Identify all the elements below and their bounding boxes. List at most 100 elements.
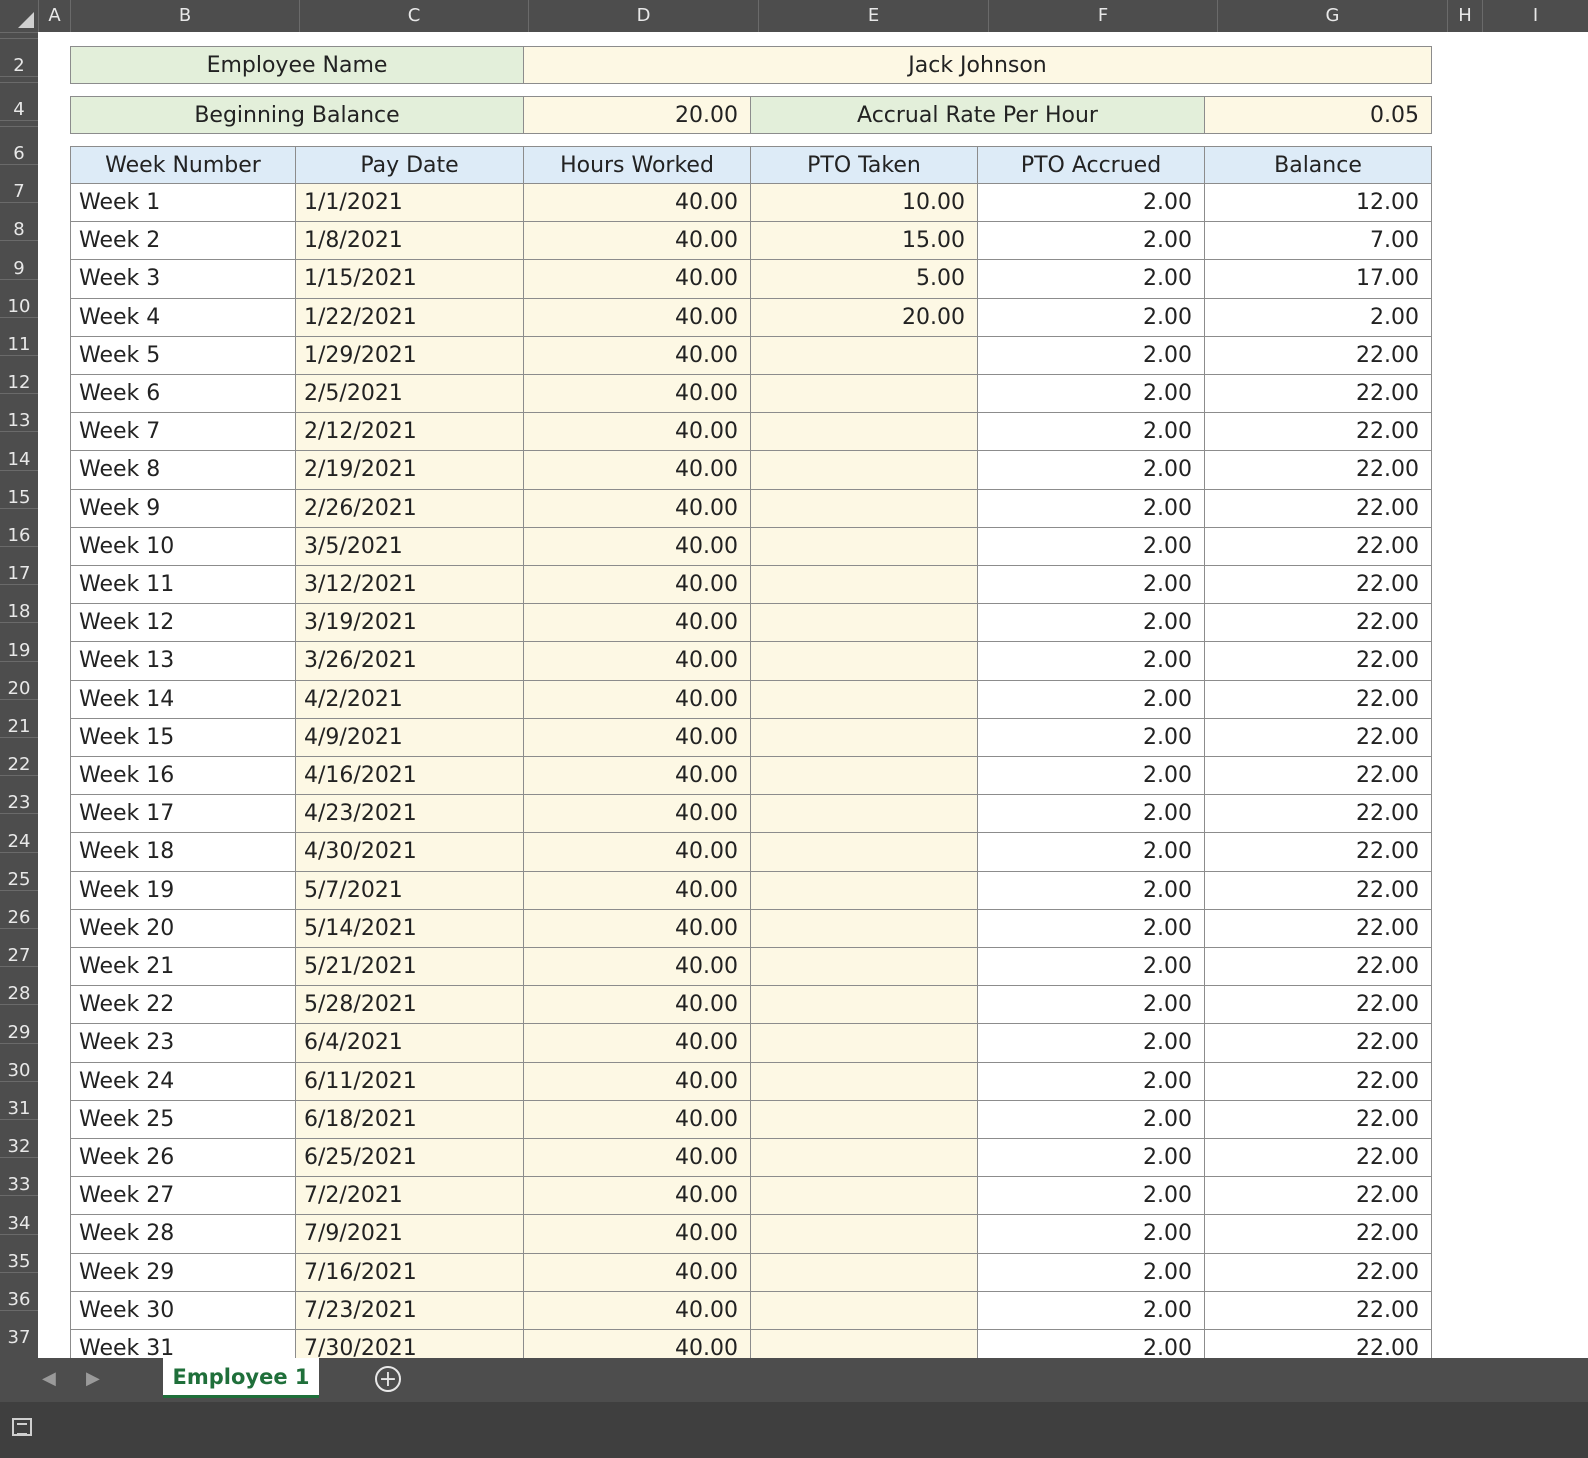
row-header-34[interactable]: 34 xyxy=(0,1195,38,1234)
cell-pay-date[interactable]: 2/12/2021 xyxy=(295,412,524,452)
row-header-37[interactable]: 37 xyxy=(0,1310,38,1348)
cell-pto-taken[interactable]: 10.00 xyxy=(750,183,978,223)
cell-pay-date[interactable]: 7/9/2021 xyxy=(295,1214,524,1254)
plus-circle-icon[interactable]: + xyxy=(375,1366,401,1392)
row-header-28[interactable]: 28 xyxy=(0,966,38,1004)
cell-balance[interactable]: 22.00 xyxy=(1204,1252,1432,1292)
cell-week-number[interactable]: Week 27 xyxy=(70,1176,296,1216)
column-header-g[interactable]: G xyxy=(1217,0,1447,32)
cell-pay-date[interactable]: 4/9/2021 xyxy=(295,717,524,757)
cell-week-number[interactable]: Week 22 xyxy=(70,985,296,1025)
cell-hours-worked[interactable]: 40.00 xyxy=(523,412,751,452)
cell-pto-taken[interactable] xyxy=(750,488,978,528)
cell-pto-taken[interactable] xyxy=(750,794,978,834)
cell-pto-taken[interactable] xyxy=(750,565,978,605)
cell-pto-taken[interactable] xyxy=(750,1061,978,1101)
cell-pto-accrued[interactable]: 2.00 xyxy=(977,985,1205,1025)
tab-scroll-right-icon[interactable]: ▶ xyxy=(86,1368,100,1389)
cell-balance[interactable]: 22.00 xyxy=(1204,832,1432,872)
cell-pto-taken[interactable]: 5.00 xyxy=(750,259,978,299)
row-header-22[interactable]: 22 xyxy=(0,737,38,775)
cell-pto-taken[interactable] xyxy=(750,870,978,910)
cell-pay-date[interactable]: 4/2/2021 xyxy=(295,679,524,719)
header-balance[interactable]: Balance xyxy=(1204,146,1432,184)
cell-pto-taken[interactable] xyxy=(750,756,978,796)
cell-pto-accrued[interactable]: 2.00 xyxy=(977,832,1205,872)
cell-pto-accrued[interactable]: 2.00 xyxy=(977,1138,1205,1178)
cell-pto-accrued[interactable]: 2.00 xyxy=(977,1176,1205,1216)
cell-pay-date[interactable]: 5/21/2021 xyxy=(295,947,524,987)
cell-balance[interactable]: 22.00 xyxy=(1204,603,1432,643)
cell-week-number[interactable]: Week 4 xyxy=(70,297,296,337)
column-header-e[interactable]: E xyxy=(758,0,988,32)
header-pto-accrued[interactable]: PTO Accrued xyxy=(977,146,1205,184)
cell-pay-date[interactable]: 6/25/2021 xyxy=(295,1138,524,1178)
cell-pay-date[interactable]: 3/26/2021 xyxy=(295,641,524,681)
cell-week-number[interactable]: Week 6 xyxy=(70,374,296,414)
cell-hours-worked[interactable]: 40.00 xyxy=(523,1023,751,1063)
cell-week-number[interactable]: Week 10 xyxy=(70,526,296,566)
cell-pto-accrued[interactable]: 2.00 xyxy=(977,259,1205,299)
cell-pto-taken[interactable] xyxy=(750,947,978,987)
cell-pto-taken[interactable] xyxy=(750,335,978,375)
cell-hours-worked[interactable]: 40.00 xyxy=(523,565,751,605)
header-pto-taken[interactable]: PTO Taken xyxy=(750,146,978,184)
cell-hours-worked[interactable]: 40.00 xyxy=(523,1290,751,1330)
row-header-24[interactable]: 24 xyxy=(0,813,38,852)
cell-pto-accrued[interactable]: 2.00 xyxy=(977,565,1205,605)
cell-pto-taken[interactable] xyxy=(750,1214,978,1254)
row-header-31[interactable]: 31 xyxy=(0,1080,38,1119)
cell-pto-taken[interactable] xyxy=(750,908,978,948)
beginning-balance-label[interactable]: Beginning Balance xyxy=(70,96,524,134)
cell-pto-accrued[interactable]: 2.00 xyxy=(977,1023,1205,1063)
cell-week-number[interactable]: Week 26 xyxy=(70,1138,296,1178)
row-header-10[interactable]: 10 xyxy=(0,278,38,317)
cell-pto-taken[interactable] xyxy=(750,717,978,757)
cell-week-number[interactable]: Week 24 xyxy=(70,1061,296,1101)
cell-pto-accrued[interactable]: 2.00 xyxy=(977,1214,1205,1254)
cell-pto-taken[interactable] xyxy=(750,832,978,872)
cell-pay-date[interactable]: 7/23/2021 xyxy=(295,1290,524,1330)
cell-pto-accrued[interactable]: 2.00 xyxy=(977,450,1205,490)
cell-week-number[interactable]: Week 20 xyxy=(70,908,296,948)
cell-balance[interactable]: 22.00 xyxy=(1204,947,1432,987)
cell-pay-date[interactable]: 3/19/2021 xyxy=(295,603,524,643)
cell-week-number[interactable]: Week 28 xyxy=(70,1214,296,1254)
cell-pay-date[interactable]: 2/19/2021 xyxy=(295,450,524,490)
cell-pto-accrued[interactable]: 2.00 xyxy=(977,717,1205,757)
cell-pto-taken[interactable] xyxy=(750,526,978,566)
cell-week-number[interactable]: Week 9 xyxy=(70,488,296,528)
column-header-h[interactable]: H xyxy=(1447,0,1482,32)
cell-week-number[interactable]: Week 16 xyxy=(70,756,296,796)
row-header-20[interactable]: 20 xyxy=(0,660,38,699)
cell-pto-taken[interactable]: 20.00 xyxy=(750,297,978,337)
cell-pto-accrued[interactable]: 2.00 xyxy=(977,1061,1205,1101)
cell-week-number[interactable]: Week 11 xyxy=(70,565,296,605)
cell-pay-date[interactable]: 6/18/2021 xyxy=(295,1099,524,1139)
column-header-c[interactable]: C xyxy=(299,0,528,32)
cell-hours-worked[interactable]: 40.00 xyxy=(523,335,751,375)
cell-balance[interactable]: 22.00 xyxy=(1204,679,1432,719)
cell-balance[interactable]: 22.00 xyxy=(1204,1214,1432,1254)
cell-pto-accrued[interactable]: 2.00 xyxy=(977,488,1205,528)
row-header-9[interactable]: 9 xyxy=(0,240,38,279)
header-week-number[interactable]: Week Number xyxy=(70,146,296,184)
cell-pto-taken[interactable] xyxy=(750,603,978,643)
cell-balance[interactable]: 22.00 xyxy=(1204,985,1432,1025)
cell-pto-accrued[interactable]: 2.00 xyxy=(977,794,1205,834)
row-header-36[interactable]: 36 xyxy=(0,1271,38,1310)
column-header-d[interactable]: D xyxy=(528,0,758,32)
tab-scroll-left-icon[interactable]: ◀ xyxy=(42,1368,56,1389)
cell-pto-taken[interactable] xyxy=(750,985,978,1025)
cell-pto-taken[interactable] xyxy=(750,374,978,414)
cell-week-number[interactable]: Week 23 xyxy=(70,1023,296,1063)
cell-pto-accrued[interactable]: 2.00 xyxy=(977,947,1205,987)
row-header-30[interactable]: 30 xyxy=(0,1042,38,1081)
cell-balance[interactable]: 22.00 xyxy=(1204,1099,1432,1139)
cell-balance[interactable]: 22.00 xyxy=(1204,1023,1432,1063)
cell-pto-taken[interactable] xyxy=(750,1023,978,1063)
cell-pay-date[interactable]: 4/23/2021 xyxy=(295,794,524,834)
cell-hours-worked[interactable]: 40.00 xyxy=(523,641,751,681)
cell-hours-worked[interactable]: 40.00 xyxy=(523,1061,751,1101)
row-header-26[interactable]: 26 xyxy=(0,889,38,928)
